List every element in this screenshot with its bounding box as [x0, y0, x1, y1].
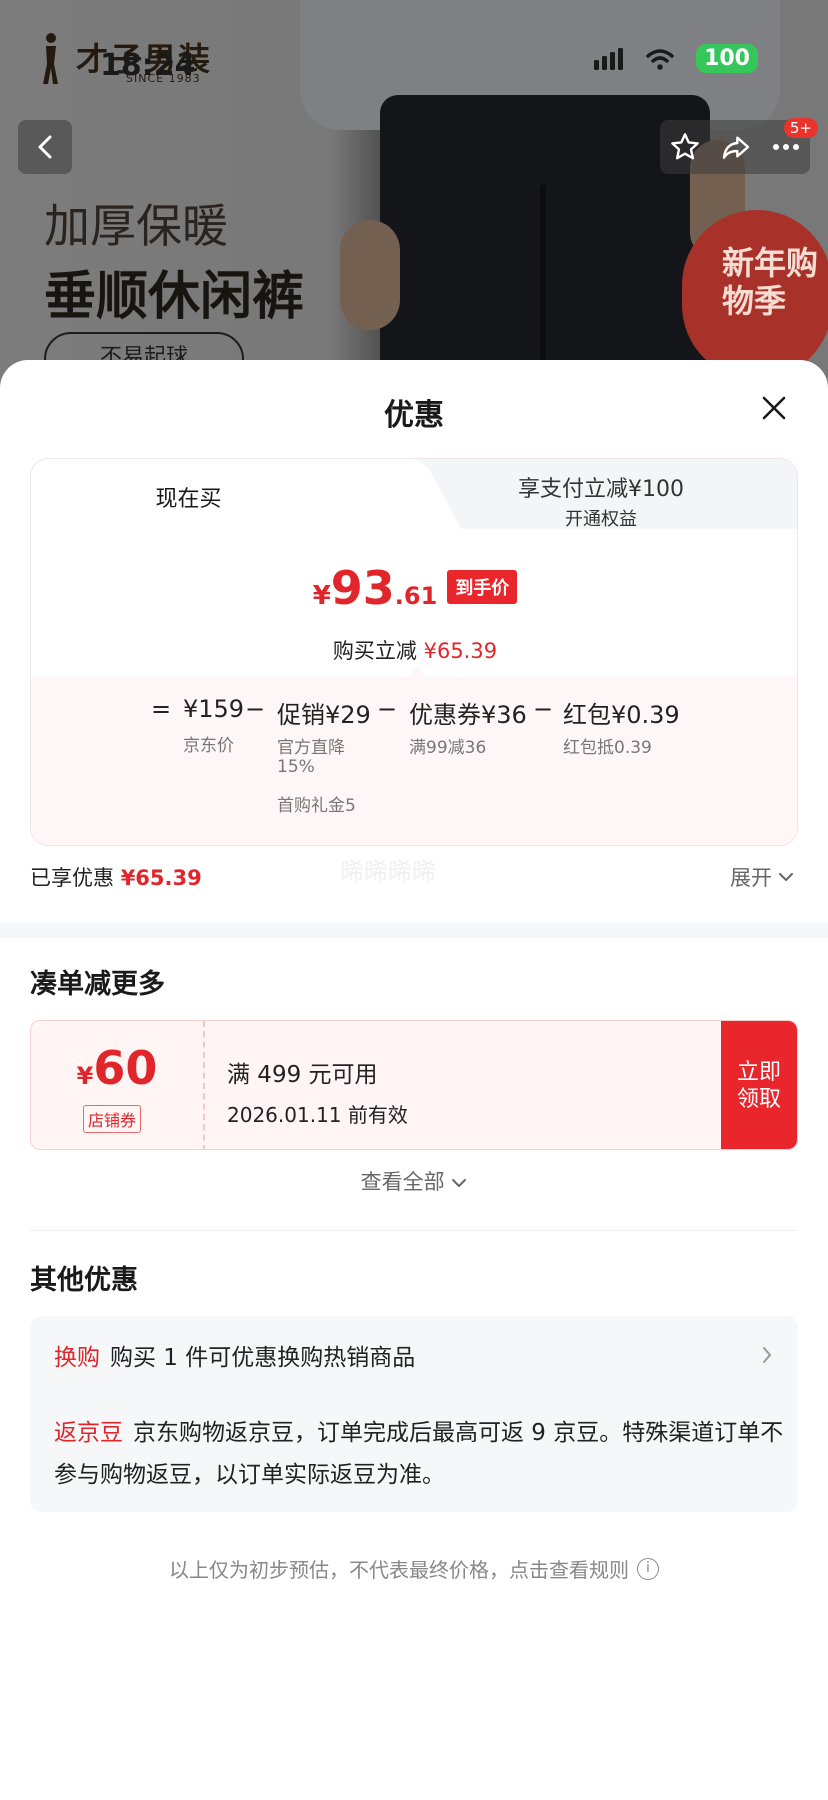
- more-section-title: 凑单减更多: [30, 969, 165, 1000]
- star-icon[interactable]: [669, 131, 701, 163]
- expand-button[interactable]: 展开: [730, 862, 794, 892]
- brand-figure-icon: [43, 33, 58, 84]
- share-icon[interactable]: [720, 131, 752, 163]
- chevron-left-icon: [38, 135, 52, 159]
- coupon-type-tag: 店铺券: [83, 1105, 142, 1133]
- coupon-value: 60: [93, 1041, 158, 1095]
- new-year-banner[interactable]: 新年购物季: [682, 210, 828, 380]
- status-icons: 100: [594, 44, 758, 73]
- close-icon[interactable]: [756, 390, 792, 426]
- tab-buy-now[interactable]: 现在买: [31, 481, 346, 513]
- other-offers: 换购 购买 1 件可优惠换购热销商品 返京豆 京东购物返京豆，订单完成后最高可返 9…: [30, 1316, 798, 1512]
- info-icon: i: [637, 1557, 659, 1580]
- status-time: 18:24: [100, 48, 196, 83]
- disclaimer[interactable]: 以上仅为初步预估，不代表最终价格，点击查看规则 i: [0, 1554, 828, 1583]
- purchase-reduction: 购买立减 ¥65.39: [31, 635, 797, 665]
- breakdown-promo-sub-1: 官方直降: [277, 738, 345, 758]
- view-all-button[interactable]: 查看全部: [0, 1166, 828, 1196]
- swap-offer-row[interactable]: 换购 购买 1 件可优惠换购热销商品: [54, 1338, 415, 1372]
- watermark: 晞晞晞晞: [340, 858, 436, 886]
- other-section-title: 其他优惠: [30, 1265, 138, 1296]
- bean-offer-row: 返京豆 京东购物返京豆，订单完成后最高可返 9 京豆。特殊渠道订单不参与购物返豆，…: [54, 1412, 784, 1496]
- final-price: ¥93.61 到手价: [31, 561, 797, 615]
- wifi-icon: [646, 48, 674, 70]
- disclaimer-text: 以上仅为初步预估，不代表最终价格，点击查看规则: [169, 1558, 629, 1582]
- tab-pay-subtitle: 开通权益: [565, 509, 637, 530]
- breakdown-promo-sub-2: 15%: [277, 757, 315, 777]
- promo-line-1: 加厚保暖: [44, 199, 228, 253]
- breakdown-minus-3: −: [533, 695, 554, 723]
- final-price-tag: 到手价: [447, 570, 518, 604]
- sheet-title: 优惠: [384, 398, 444, 433]
- promo-line-2: 垂顺休闲裤: [44, 267, 305, 327]
- view-all-label: 查看全部: [360, 1170, 445, 1194]
- coupon-divider: [203, 1021, 205, 1149]
- final-price-decimal: .61: [394, 582, 438, 610]
- chevron-down-icon: [452, 1179, 467, 1187]
- signal-icon: [594, 47, 624, 70]
- price-breakdown: = ¥159 京东价 − 促销¥29 官方直降 15% 首购礼金5 − 优惠券¥…: [31, 667, 797, 845]
- coupon-currency: ¥: [76, 1062, 94, 1090]
- claim-label-2: 领取: [736, 1087, 781, 1112]
- price-card: 现在买 享支付立减¥100 开通权益 ¥93.61 到手价 购买立减 ¥65.39…: [30, 458, 798, 846]
- battery-indicator: 100: [696, 44, 758, 73]
- breakdown-redpack-sub: 红包抵0.39: [563, 738, 652, 758]
- divider-line: [30, 1230, 798, 1231]
- chevron-down-icon: [779, 873, 793, 881]
- coupon-expiry: 2026.01.11 前有效: [227, 1103, 408, 1127]
- tab-pay-title: 享支付立减¥100: [518, 477, 684, 502]
- breakdown-equals: =: [151, 695, 172, 723]
- discount-sheet: 优惠 现在买 享支付立减¥100 开通权益 ¥93.61 到手价 购买立减 ¥65…: [0, 360, 828, 1800]
- breakdown-jd-price-label: 京东价: [183, 736, 234, 756]
- breakdown-coupon-sub: 满99减36: [409, 738, 487, 758]
- reduce-amount: ¥65.39: [423, 639, 498, 663]
- final-price-integer: 93: [330, 561, 395, 615]
- more-icon[interactable]: [771, 142, 801, 152]
- claim-label-1: 立即: [736, 1060, 781, 1085]
- swap-tag: 换购: [54, 1345, 100, 1371]
- breakdown-promo-sub-3: 首购礼金5: [277, 796, 356, 816]
- breakdown-coupon: 优惠券¥36: [409, 701, 527, 729]
- chevron-right-icon[interactable]: [760, 1344, 774, 1366]
- expand-label: 展开: [730, 866, 772, 890]
- store-coupon-card: ¥60 店铺券 满 499 元可用 2026.01.11 前有效 立即 领取: [30, 1020, 798, 1150]
- notification-badge: 5+: [783, 118, 818, 138]
- claim-coupon-button[interactable]: 立即 领取: [721, 1021, 797, 1149]
- breakdown-jd-price: ¥159: [183, 695, 245, 723]
- reduce-label: 购买立减: [332, 639, 417, 663]
- enjoyed-label: 已享优惠: [30, 866, 114, 890]
- tab-pay-benefit[interactable]: 享支付立减¥100 开通权益: [411, 471, 791, 531]
- bean-text: 京东购物返京豆，订单完成后最高可返 9 京豆。特殊渠道订单不参与购物返豆，以订单…: [54, 1420, 784, 1488]
- coupon-amount: ¥60: [31, 1041, 203, 1095]
- breakdown-redpack: 红包¥0.39: [563, 701, 680, 729]
- section-divider: [0, 922, 828, 938]
- enjoyed-amount: ¥65.39: [120, 866, 202, 890]
- back-button[interactable]: [18, 120, 72, 174]
- bean-tag: 返京豆: [54, 1420, 123, 1446]
- coupon-condition: 满 499 元可用: [227, 1062, 378, 1088]
- swap-text: 购买 1 件可优惠换购热销商品: [110, 1345, 416, 1371]
- final-price-currency: ¥: [312, 581, 331, 611]
- breakdown-promo: 促销¥29: [277, 701, 371, 729]
- breakdown-minus-1: −: [245, 695, 266, 723]
- enjoyed-discount: 已享优惠 ¥65.39: [30, 862, 202, 892]
- breakdown-minus-2: −: [377, 695, 398, 723]
